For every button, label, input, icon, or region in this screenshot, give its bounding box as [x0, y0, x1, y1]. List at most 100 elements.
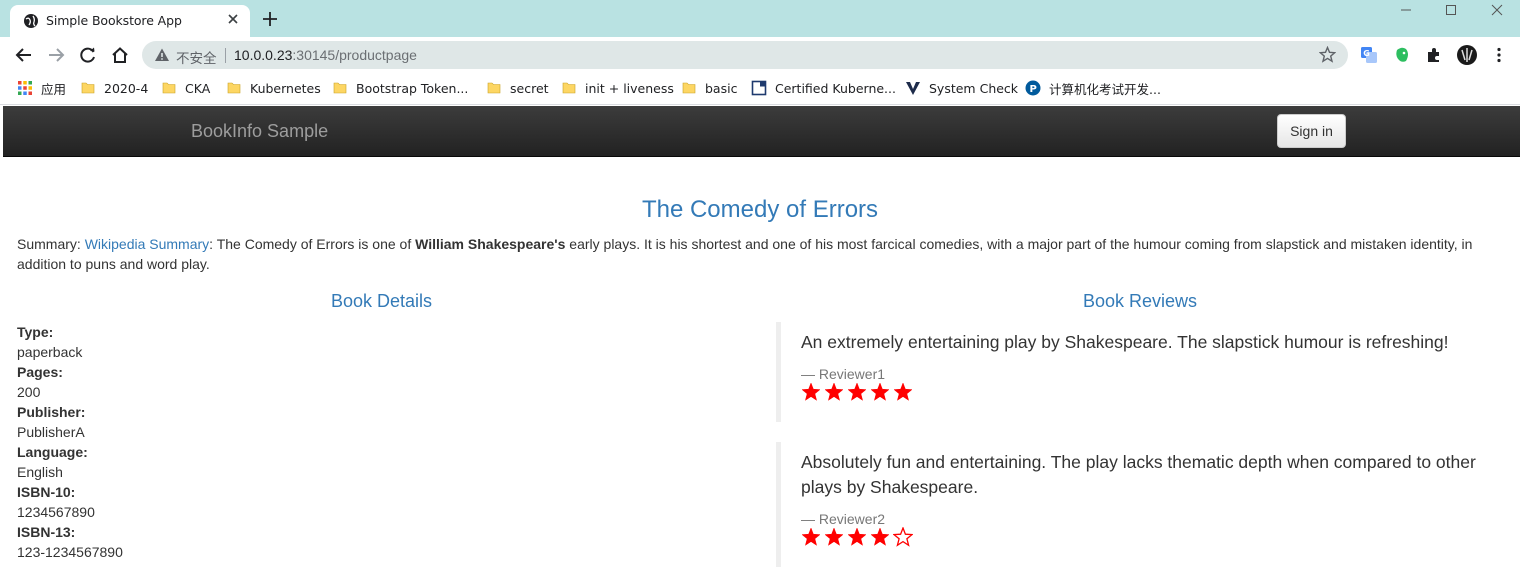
star-filled-icon	[824, 382, 844, 401]
bookmark-label: CKA	[185, 80, 211, 96]
star-filled-icon	[824, 527, 844, 546]
bookmark-label: 应用	[41, 81, 67, 97]
bookmark-folder-2020-4[interactable]: 2020-4	[80, 80, 148, 96]
bookmark-folder-secret[interactable]: secret	[486, 80, 549, 96]
star-filled-icon	[870, 382, 890, 401]
tab-title: Simple Bookstore App	[46, 13, 182, 28]
not-secure-label: 不安全	[176, 51, 217, 66]
bookmark-folder-cka[interactable]: CKA	[161, 80, 210, 96]
bookmark-apps[interactable]: 应用	[17, 80, 67, 97]
warning-icon[interactable]	[154, 47, 170, 63]
translate-icon[interactable]: G	[1360, 46, 1378, 64]
folder-icon	[81, 82, 95, 94]
folder-icon	[682, 82, 696, 94]
bookmark-label: basic	[705, 80, 738, 96]
page-icon	[751, 80, 767, 96]
publisher-label: Publisher:	[17, 404, 86, 420]
p-logo-icon: P	[1025, 80, 1041, 96]
sign-in-button[interactable]: Sign in	[1277, 114, 1346, 148]
publisher-value: PublisherA	[17, 424, 85, 440]
new-tab-icon[interactable]	[262, 11, 278, 27]
v-logo-icon	[906, 82, 920, 95]
bookmark-label: Certified Kuberne...	[775, 80, 896, 96]
globe-icon	[24, 14, 38, 28]
browser-tab[interactable]: Simple Bookstore App	[10, 5, 250, 37]
bookmark-star-icon[interactable]	[1319, 46, 1336, 63]
summary-text: : The Comedy of Errors is one of	[209, 236, 416, 252]
svg-text:G: G	[1363, 49, 1370, 58]
bookmark-certified-kubernetes[interactable]: Certified Kuberne...	[751, 80, 896, 96]
extensions-puzzle-icon[interactable]	[1425, 46, 1443, 64]
bookmark-system-check[interactable]: System Check	[905, 80, 1018, 96]
url-host: 10.0.0.23	[234, 47, 293, 63]
pages-value: 200	[17, 384, 41, 400]
type-label: Type:	[17, 324, 54, 340]
book-reviews-heading: Book Reviews	[1082, 291, 1198, 311]
close-tab-icon[interactable]	[226, 12, 240, 26]
bookmark-label: Kubernetes	[250, 80, 321, 96]
review-text: An extremely entertaining play by Shakes…	[801, 332, 1449, 352]
apps-grid-icon	[18, 81, 32, 95]
bookmark-folder-basic[interactable]: basic	[681, 80, 737, 96]
bookmark-label: Bootstrap Token...	[356, 80, 469, 96]
type-value: paperback	[17, 344, 83, 360]
bookmark-computer-exam[interactable]: P 计算机化考试开发...	[1025, 80, 1161, 97]
close-window-icon[interactable]	[1489, 2, 1505, 18]
language-label: Language:	[17, 444, 88, 460]
evernote-icon[interactable]	[1393, 46, 1411, 64]
isbn13-label: ISBN-13:	[17, 524, 76, 540]
folder-icon	[162, 82, 176, 94]
bookmarks-bar: 应用 2020-4 CKA Kubernetes Bootstrap Token…	[0, 73, 1520, 105]
minimize-icon[interactable]	[1398, 2, 1414, 18]
maximize-icon[interactable]	[1443, 2, 1459, 18]
language-value: English	[17, 464, 63, 480]
review-card: An extremely entertaining play by Shakes…	[776, 322, 1496, 422]
isbn10-label: ISBN-10:	[17, 484, 76, 500]
star-rating	[801, 382, 1496, 404]
review-text: Absolutely fun and entertaining. The pla…	[801, 452, 1476, 497]
book-details-heading: Book Details	[330, 291, 433, 311]
bookmark-label: init + liveness	[585, 80, 674, 96]
folder-icon	[487, 82, 501, 94]
star-filled-icon	[870, 527, 890, 546]
folder-icon	[562, 82, 576, 94]
bookmark-folder-kubernetes[interactable]: Kubernetes	[226, 80, 321, 96]
bookmark-folder-bootstrap-token[interactable]: Bootstrap Token...	[332, 80, 468, 96]
pages-label: Pages:	[17, 364, 63, 380]
reload-icon[interactable]	[79, 46, 97, 64]
browser-tab-strip: Simple Bookstore App	[0, 0, 1520, 37]
more-menu-icon[interactable]	[1490, 46, 1508, 64]
star-filled-icon	[847, 382, 867, 401]
url-text[interactable]: 10.0.0.23:30145/productpage	[234, 47, 417, 63]
star-filled-icon	[801, 527, 821, 546]
bookmark-label: 计算机化考试开发...	[1049, 81, 1161, 97]
home-icon[interactable]	[111, 46, 129, 64]
bookmark-label: System Check	[929, 80, 1019, 96]
reviewer-name: — Reviewer2	[801, 511, 886, 527]
url-path: :30145/productpage	[292, 47, 417, 63]
summary-prefix: Summary:	[17, 236, 85, 252]
svg-text:P: P	[1030, 84, 1037, 95]
star-empty-icon	[893, 527, 913, 547]
review-card: Absolutely fun and entertaining. The pla…	[776, 442, 1496, 567]
browser-toolbar: 不安全 10.0.0.23:30145/productpage G	[0, 37, 1520, 73]
bookmark-folder-init-liveness[interactable]: init + liveness	[561, 80, 674, 96]
book-title: The Comedy of Errors	[641, 196, 879, 223]
isbn13-value: 123-1234567890	[17, 544, 123, 560]
back-arrow-icon[interactable]	[15, 46, 33, 64]
navbar-brand[interactable]: BookInfo Sample	[191, 121, 328, 142]
address-bar[interactable]: 不安全 10.0.0.23:30145/productpage	[142, 41, 1348, 69]
forward-arrow-icon[interactable]	[47, 46, 65, 64]
reviewer-name: — Reviewer1	[801, 366, 886, 382]
folder-icon	[227, 82, 241, 94]
wikipedia-summary-link[interactable]: Wikipedia Summary	[85, 236, 209, 252]
folder-icon	[333, 82, 347, 94]
isbn10-value: 1234567890	[17, 504, 95, 520]
profile-avatar-icon[interactable]	[1457, 45, 1477, 65]
bookmark-label: 2020-4	[104, 80, 149, 96]
page-navbar: BookInfo Sample Sign in	[3, 106, 1520, 157]
bookmark-label: secret	[510, 80, 549, 96]
summary-author: William Shakespeare's	[415, 236, 566, 252]
star-filled-icon	[801, 382, 821, 401]
book-details-list: Type: paperback Pages: 200 Publisher: Pu…	[17, 322, 123, 562]
